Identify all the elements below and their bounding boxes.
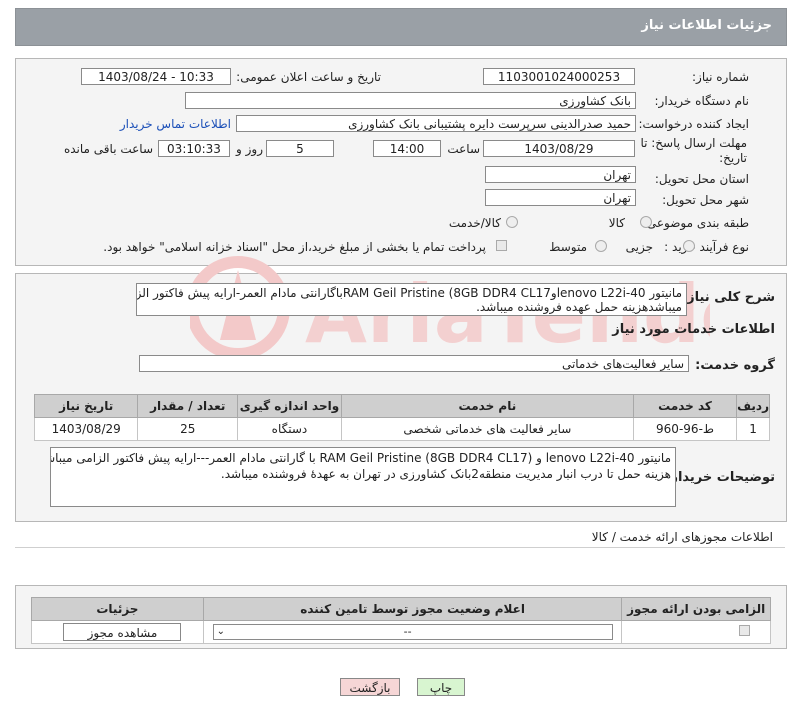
services-table-header: تاریخ نیاز تعداد / مقدار واحد اندازه گیر… bbox=[33, 394, 770, 418]
buyer-notes-textarea[interactable]: مانیتور lenovo L22i-40 و RAM Geil Pristi… bbox=[50, 447, 676, 507]
need-number-field[interactable]: 1103001024000253 bbox=[483, 68, 635, 85]
category-label: طبقه بندی موضوعی: bbox=[642, 216, 749, 230]
col-service-code: کد خدمت bbox=[632, 394, 738, 418]
deadline-time-field[interactable]: 14:00 bbox=[373, 140, 441, 157]
col-date: تاریخ نیاز bbox=[33, 394, 139, 418]
buyer-notes-label: توضیحات خریدار: bbox=[665, 470, 775, 485]
col-permit-status: اعلام وضعیت مجوز توسط تامین کننده bbox=[202, 597, 623, 621]
summary-line-2: میباشدهزینه حمل عهده فروشنده میباشد. bbox=[476, 300, 682, 314]
cell-details: مشاهده مجوز bbox=[31, 620, 204, 644]
announce-date-label: تاریخ و ساعت اعلان عمومی: bbox=[236, 70, 381, 84]
chevron-down-icon: ⌄ bbox=[216, 626, 225, 637]
permits-divider bbox=[15, 547, 785, 548]
summary-label: شرح کلی نیاز: bbox=[681, 290, 775, 305]
cell-service-name: سایر فعالیت های خدماتی شخصی bbox=[340, 417, 634, 441]
deadline-label-date: تاریخ: bbox=[719, 151, 747, 165]
cell-unit: دستگاه bbox=[237, 417, 342, 441]
services-table: تاریخ نیاز تعداد / مقدار واحد اندازه گیر… bbox=[33, 394, 770, 441]
services-section-title: اطلاعات خدمات مورد نیاز bbox=[612, 322, 775, 337]
cell-quantity: 25 bbox=[137, 417, 239, 441]
category-goods-service-radio[interactable] bbox=[506, 216, 518, 228]
col-service-name: نام خدمت bbox=[340, 394, 634, 418]
city-field[interactable]: تهران bbox=[485, 189, 636, 206]
remaining-time-field[interactable]: 03:10:33 bbox=[158, 140, 230, 157]
summary-line-1: مانیتور lenovo L22i-40وRAM Geil Pristine… bbox=[136, 286, 682, 300]
days-label: روز و bbox=[236, 142, 263, 156]
buyer-contact-link[interactable]: اطلاعات تماس خریدار bbox=[120, 117, 231, 131]
col-unit: واحد اندازه گیری bbox=[237, 394, 342, 418]
view-permit-button[interactable]: مشاهده مجوز bbox=[63, 623, 182, 641]
creator-field[interactable]: حمید صدرالدینی سرپرست دایره پشتیبانی بان… bbox=[236, 115, 636, 132]
permits-table: جزئیات اعلام وضعیت مجوز توسط تامین کننده… bbox=[31, 597, 771, 644]
page-title: جزئیات اطلاعات نیاز bbox=[641, 18, 772, 33]
table-row: مشاهده مجوز ⌄ -- bbox=[31, 620, 771, 644]
permits-section-title: اطلاعات مجوزهای ارائه خدمت / کالا bbox=[591, 530, 773, 544]
need-number-label: شماره نیاز: bbox=[692, 70, 749, 84]
province-label: استان محل تحویل: bbox=[654, 172, 749, 186]
permits-table-header: جزئیات اعلام وضعیت مجوز توسط تامین کننده… bbox=[31, 597, 771, 621]
province-field[interactable]: تهران bbox=[485, 166, 636, 183]
days-remaining-field[interactable]: 5 bbox=[266, 140, 334, 157]
summary-textarea[interactable]: مانیتور lenovo L22i-40وRAM Geil Pristine… bbox=[136, 283, 687, 316]
page-header: جزئیات اطلاعات نیاز bbox=[15, 8, 787, 46]
service-group-label: گروه خدمت: bbox=[695, 358, 775, 373]
category-goods-label: کالا bbox=[608, 216, 625, 230]
deadline-label: مهلت ارسال پاسخ: تا bbox=[640, 136, 747, 150]
back-button[interactable]: بازگشت bbox=[340, 678, 400, 696]
remaining-time-label: ساعت باقی مانده bbox=[63, 142, 153, 156]
col-row: ردیف bbox=[736, 394, 770, 418]
city-label: شهر محل تحویل: bbox=[662, 193, 749, 207]
cell-service-code: ط-96-960 bbox=[632, 417, 738, 441]
cell-permit-status: ⌄ -- bbox=[202, 620, 623, 644]
print-button[interactable]: چاپ bbox=[417, 678, 465, 696]
buyer-notes-line-2: هزینه حمل تا درب انبار مدیریت منطقه2بانک… bbox=[220, 467, 671, 481]
deadline-date-field[interactable]: 1403/08/29 bbox=[483, 140, 635, 157]
cell-permit-required bbox=[621, 620, 771, 644]
cell-date: 1403/08/29 bbox=[33, 417, 139, 441]
announce-date-field[interactable]: 1403/08/24 - 10:33 bbox=[81, 68, 231, 85]
service-group-field[interactable]: سایر فعالیت‌های خدماتی bbox=[139, 355, 689, 372]
col-details: جزئیات bbox=[31, 597, 204, 621]
need-info-panel bbox=[15, 58, 787, 266]
buyer-org-label: نام دستگاه خریدار: bbox=[654, 94, 750, 108]
table-row[interactable]: 1403/08/29 25 دستگاه سایر فعالیت های خدم… bbox=[33, 417, 770, 441]
permit-status-value: -- bbox=[403, 625, 412, 638]
permit-status-select[interactable]: ⌄ -- bbox=[212, 624, 613, 640]
creator-label: ایجاد کننده درخواست: bbox=[638, 117, 749, 131]
category-goods-service-label: کالا/خدمت bbox=[448, 216, 501, 230]
buyer-org-field[interactable]: بانک کشاورزی bbox=[185, 92, 636, 109]
category-goods-radio[interactable] bbox=[640, 216, 652, 228]
cell-row-number: 1 bbox=[736, 417, 770, 441]
col-permit-required: الزامی بودن ارائه مجوز bbox=[621, 597, 771, 621]
permit-required-checkbox[interactable] bbox=[738, 625, 750, 636]
deadline-time-label: ساعت bbox=[447, 142, 480, 156]
buyer-notes-line-1: مانیتور lenovo L22i-40 و RAM Geil Pristi… bbox=[50, 451, 671, 465]
col-quantity: تعداد / مقدار bbox=[137, 394, 239, 418]
